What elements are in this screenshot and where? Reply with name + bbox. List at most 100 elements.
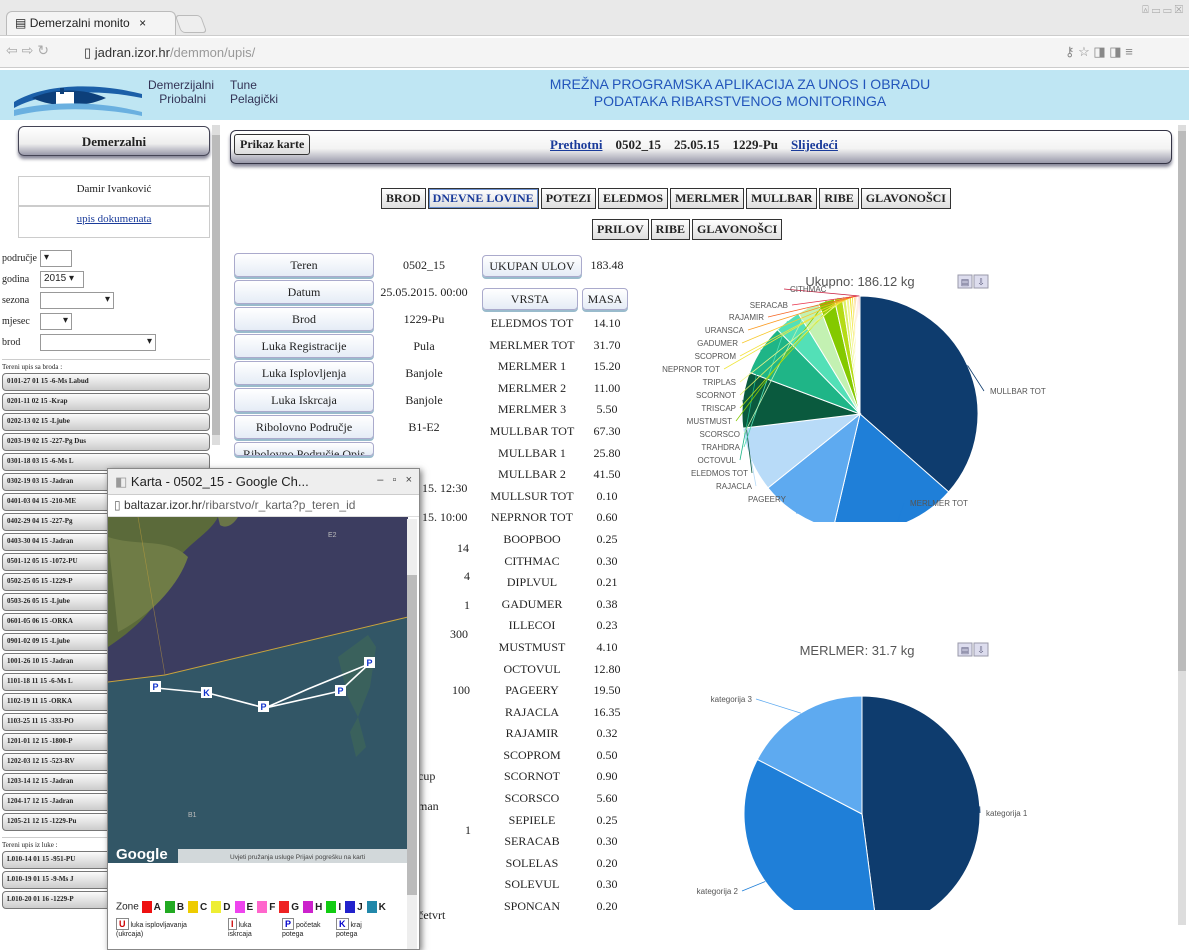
haul-marker[interactable]: P: [364, 657, 375, 668]
zone-letter: I: [338, 901, 342, 913]
download-icon[interactable]: ⇩: [973, 642, 989, 657]
catch-species: ELEDMOS TOT: [490, 316, 574, 330]
tab-merlmer[interactable]: MERLMER: [670, 188, 745, 209]
upload-docs-link[interactable]: upis dokumenata: [18, 206, 210, 238]
map-provider-logo: Google: [116, 846, 168, 863]
sezona-select[interactable]: ▾: [40, 292, 114, 309]
download-icon[interactable]: ⇩: [973, 274, 989, 289]
catch-species: MULLBAR TOT: [489, 423, 575, 438]
tab-brod[interactable]: BROD: [381, 188, 426, 209]
print-icon[interactable]: ▤: [957, 642, 973, 657]
catch-mass: 67.30: [593, 423, 621, 438]
filter-label-brod: brod: [2, 337, 21, 348]
catch-mass: 0.90: [596, 769, 618, 784]
catch-row: MULLBAR TOT 67.30: [482, 421, 634, 443]
pie-slice-label: CITHMAC: [790, 285, 827, 294]
record-nav: Prethotni 0502_15 25.05.15 1229-Pu Slije…: [550, 137, 838, 153]
tab-glavonošci[interactable]: GLAVONOŠCI: [692, 219, 783, 240]
haul-marker[interactable]: K: [201, 687, 212, 698]
haul-marker[interactable]: P: [150, 681, 161, 692]
popup-titlebar[interactable]: ◧ Karta - 0502_15 - Google Ch... – ▫ ×: [108, 469, 419, 495]
map-footer[interactable]: Uvjeti pružanja usluge Prijavi pogrešku …: [230, 854, 365, 861]
field-value: Pula: [413, 339, 435, 353]
catch-species: MULLBAR 1: [498, 445, 566, 460]
field-label: Ribolovno Područje Opis: [234, 442, 374, 456]
pie-slice-label: MULLBAR TOT: [990, 387, 1046, 396]
marker-key: I: [228, 918, 237, 930]
catch-species: MERLMER 1: [497, 359, 567, 374]
zone-letter: J: [357, 901, 363, 913]
marker-key: K: [336, 918, 349, 930]
teren-list-item[interactable]: 0101-27 01 15 -6-Ms Labud: [2, 373, 210, 391]
mjesec-select[interactable]: ▾: [40, 313, 72, 330]
teren-list-item[interactable]: 0203-19 02 15 -227-Pg Dus: [2, 433, 210, 451]
tab-close-icon[interactable]: ×: [139, 16, 146, 30]
catch-mass: 5.50: [596, 402, 618, 417]
marker-legend: Uluka isplovljavanja (ukrcaja) Iluka iskrca…: [116, 918, 382, 939]
sidebar-scrollbar[interactable]: [212, 125, 220, 445]
satellite-map[interactable]: E2 B1 P K P P P Google Uvjeti pružanja u…: [108, 517, 408, 863]
tab-glavonošci[interactable]: GLAVONOŠCI: [860, 188, 951, 209]
catch-row: NEPRNOR TOT 0.60: [482, 507, 634, 529]
prev-link[interactable]: Prethotni: [550, 137, 602, 152]
print-icon[interactable]: ▤: [957, 274, 973, 289]
page-icon: ▯: [84, 45, 92, 60]
tab-row-2: PRILOV RIBE GLAVONOŠCI: [592, 219, 784, 240]
zone-letter: E: [246, 901, 254, 913]
catch-mass: 0.20: [596, 855, 618, 870]
tab-ribe[interactable]: RIBE: [650, 219, 691, 240]
catch-mass: 0.30: [596, 834, 618, 849]
svg-text:P: P: [366, 658, 372, 668]
url-input[interactable]: ▯ jadran.izor.hr/demmon/upis/: [80, 41, 1060, 65]
map-button[interactable]: Prikaz karte: [234, 134, 311, 155]
teren-list-item[interactable]: 0202-13 02 15 -Ljube: [2, 413, 210, 431]
brod-select[interactable]: ▾: [40, 334, 156, 351]
total-value: 183.48: [590, 258, 624, 272]
zone-swatch: [326, 901, 337, 913]
pie-slice-label: MERLMER TOT: [910, 499, 968, 508]
catch-mass: 31.70: [593, 337, 621, 352]
popup-scrollbar[interactable]: [407, 519, 417, 949]
map-popup-window[interactable]: ◧ Karta - 0502_15 - Google Ch... – ▫ × ▯…: [107, 468, 420, 950]
col-species: VRSTA: [482, 288, 578, 310]
catch-mass: 0.30: [596, 877, 618, 892]
haul-marker[interactable]: P: [258, 701, 269, 712]
svg-text:⇩: ⇩: [977, 645, 985, 655]
pie-slice-label: PAGEERY: [748, 495, 787, 504]
podrucje-select[interactable]: ▾: [40, 250, 72, 267]
popup-url-path: /ribarstvo/r_karta?p_teren_id: [202, 498, 356, 512]
tab-prilov[interactable]: PRILOV: [592, 219, 649, 240]
browser-tab[interactable]: ▤ Demerzalni monito ×: [6, 11, 176, 35]
marker-legend-item: Kkraj potega: [336, 918, 382, 939]
tab-dnevne-lovine[interactable]: DNEVNE LOVINE: [427, 188, 539, 209]
catch-species: MERLMER 3: [497, 402, 567, 417]
teren-list-item[interactable]: 0201-11 02 15 -Krap: [2, 393, 210, 411]
popup-window-controls[interactable]: – ▫ ×: [377, 474, 412, 486]
popup-title: Karta - 0502_15 - Google Ch...: [130, 474, 309, 489]
popup-url[interactable]: ▯ baltazar.izor.hr/ribarstvo/r_karta?p_t…: [108, 495, 419, 517]
tab-eledmos[interactable]: ELEDMOS: [598, 188, 669, 209]
field-value: cup: [418, 769, 436, 783]
marker-text: iskrcaja: [228, 931, 252, 938]
catch-species: SEPIELE: [508, 812, 556, 827]
tab-mullbar[interactable]: MULLBAR: [746, 188, 818, 209]
tab-ribe[interactable]: RIBE: [819, 188, 859, 209]
marker-legend-item: Uluka isplovljavanja (ukrcaja): [116, 918, 220, 939]
nav-buttons[interactable]: ⇦ ⇨ ↻: [6, 42, 49, 59]
tab-potezi[interactable]: POTEZI: [540, 188, 597, 209]
window-controls[interactable]: ⍓ ▭ ▭ ☒: [1142, 4, 1183, 17]
next-link[interactable]: Slijedeći: [791, 137, 838, 152]
pie-slice-label: kategorija 1: [986, 809, 1028, 818]
header-link-tune[interactable]: Tune: [230, 78, 278, 92]
godina-select[interactable]: 2015 ▾: [40, 271, 84, 288]
header-link-pelagicki[interactable]: Pelagički: [230, 92, 278, 106]
main-scrollbar[interactable]: [1178, 125, 1186, 925]
haul-marker[interactable]: P: [335, 685, 346, 696]
header-link-demerzalni[interactable]: Demerzijalni: [148, 78, 214, 92]
catch-row: SCORSCO 5.60: [482, 788, 634, 810]
catch-species: OCTOVUL: [503, 661, 561, 676]
pie-leader-line: [741, 881, 766, 892]
header-link-priobalni[interactable]: Priobalni: [148, 92, 206, 106]
toolbar-icons[interactable]: ⚷ ☆ ◨ ◨ ≡: [1065, 44, 1133, 60]
map-zone-label: B1: [188, 812, 197, 819]
